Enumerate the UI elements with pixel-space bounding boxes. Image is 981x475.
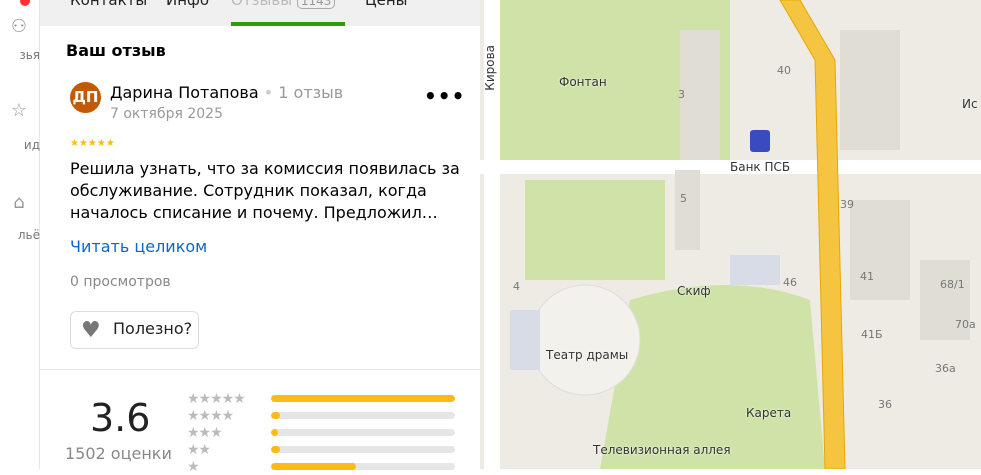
useful-button[interactable]: ♥ Полезно? — [70, 311, 199, 349]
ratings-count: 1502 оценки — [65, 444, 172, 463]
bank-psb-icon — [750, 130, 770, 152]
park-area — [600, 285, 825, 469]
tab-reviews-label: Отзывы — [231, 0, 293, 9]
rating-row-stars: ★★★★★ — [187, 391, 246, 407]
map-label-theatre[interactable]: Театр драмы — [546, 348, 628, 362]
map-label-tv-alley[interactable]: Телевизионная аллея — [593, 443, 731, 457]
map-label-kirova: Кирова — [483, 45, 497, 91]
park-area — [525, 180, 665, 280]
rating-row-stars: ★★★★ — [187, 408, 234, 424]
rating-bar-fill — [271, 395, 455, 402]
org-panel: Контакты Инфо Отзывы 1143 Цены Ваш отзыв… — [40, 0, 480, 474]
section-title: Ваш отзыв — [66, 41, 166, 60]
building — [730, 255, 780, 285]
rating-bar — [271, 412, 455, 419]
house-number: 68/1 — [940, 278, 965, 291]
map-label-fontan[interactable]: Фонтан — [559, 75, 607, 89]
rail-item-guide[interactable]: ид — [0, 138, 40, 152]
author-review-count: 1 отзыв — [278, 83, 344, 102]
tab-bar: Контакты Инфо Отзывы 1143 Цены — [40, 0, 480, 26]
guide-icon[interactable]: ☆ — [9, 100, 29, 121]
house-number: 3 — [678, 88, 685, 101]
rating-bar — [271, 429, 455, 436]
active-tab-indicator — [231, 22, 345, 26]
theatre-square — [529, 284, 641, 396]
rating-row-stars: ★★★ — [187, 425, 223, 441]
left-rail: ⚇ зья ☆ ид ⌂ льё — [0, 0, 40, 469]
useful-label: Полезно? — [113, 319, 193, 338]
rating-row-stars: ★★ — [187, 442, 211, 458]
divider — [40, 369, 480, 370]
house-number: 41 — [860, 270, 874, 283]
house-number: 46 — [783, 276, 797, 289]
author-name[interactable]: Дарина Потапова — [110, 83, 259, 102]
housing-icon[interactable]: ⌂ — [9, 192, 29, 213]
house-number: 36 — [878, 398, 892, 411]
more-options-button[interactable]: ••• — [424, 84, 465, 108]
house-number: 40 — [777, 64, 791, 77]
building — [675, 170, 700, 250]
house-number: 4 — [513, 280, 520, 293]
building — [680, 30, 720, 160]
review-text: Решила узнать, что за комиссия появилась… — [70, 159, 460, 222]
rating-bar — [271, 446, 455, 453]
house-number: 36а — [935, 362, 956, 375]
rating-bar-fill — [271, 446, 281, 453]
tab-contacts[interactable]: Контакты — [70, 0, 147, 9]
avatar[interactable]: ДП — [70, 82, 101, 113]
house-number: 41Б — [861, 328, 883, 341]
rating-bar-fill — [271, 429, 279, 436]
house-number: 5 — [680, 192, 687, 205]
rating-row-stars: ★ — [187, 459, 200, 475]
reviews-count-badge: 1143 — [296, 0, 336, 9]
map[interactable]: Фонтан Банк ПСБ Скиф Театр драмы Карета … — [480, 0, 981, 469]
building — [510, 310, 540, 370]
rail-item-housing[interactable]: льё — [0, 228, 40, 242]
notification-dot — [20, 0, 30, 6]
map-canvas[interactable] — [480, 0, 981, 469]
map-label-kareta[interactable]: Карета — [746, 406, 791, 420]
rating-bar-fill — [271, 412, 281, 419]
rail-item-friends[interactable]: зья — [0, 48, 40, 62]
read-more-link[interactable]: Читать целиком — [70, 237, 207, 256]
friends-icon[interactable]: ⚇ — [9, 16, 29, 37]
house-number: 39 — [840, 198, 854, 211]
rating-bar — [271, 395, 455, 402]
views-count: 0 просмотров — [70, 274, 171, 290]
map-label-skif[interactable]: Скиф — [677, 284, 711, 298]
average-score: 3.6 — [90, 396, 151, 440]
tab-prices[interactable]: Цены — [365, 0, 408, 9]
house-number: 70а — [955, 318, 976, 331]
tab-reviews[interactable]: Отзывы 1143 — [231, 0, 336, 9]
review-stars: ★★★★★ — [70, 138, 115, 149]
heart-icon: ♥ — [81, 318, 101, 343]
tab-info[interactable]: Инфо — [166, 0, 209, 9]
building — [850, 200, 910, 300]
separator-dot: • — [263, 83, 274, 102]
building — [840, 30, 900, 150]
review-author-line: Дарина Потапова • 1 отзыв — [110, 83, 343, 102]
review-date: 7 октября 2025 — [110, 106, 223, 122]
map-label-bank-psb[interactable]: Банк ПСБ — [730, 160, 790, 174]
map-label-street: Ис — [962, 97, 978, 111]
